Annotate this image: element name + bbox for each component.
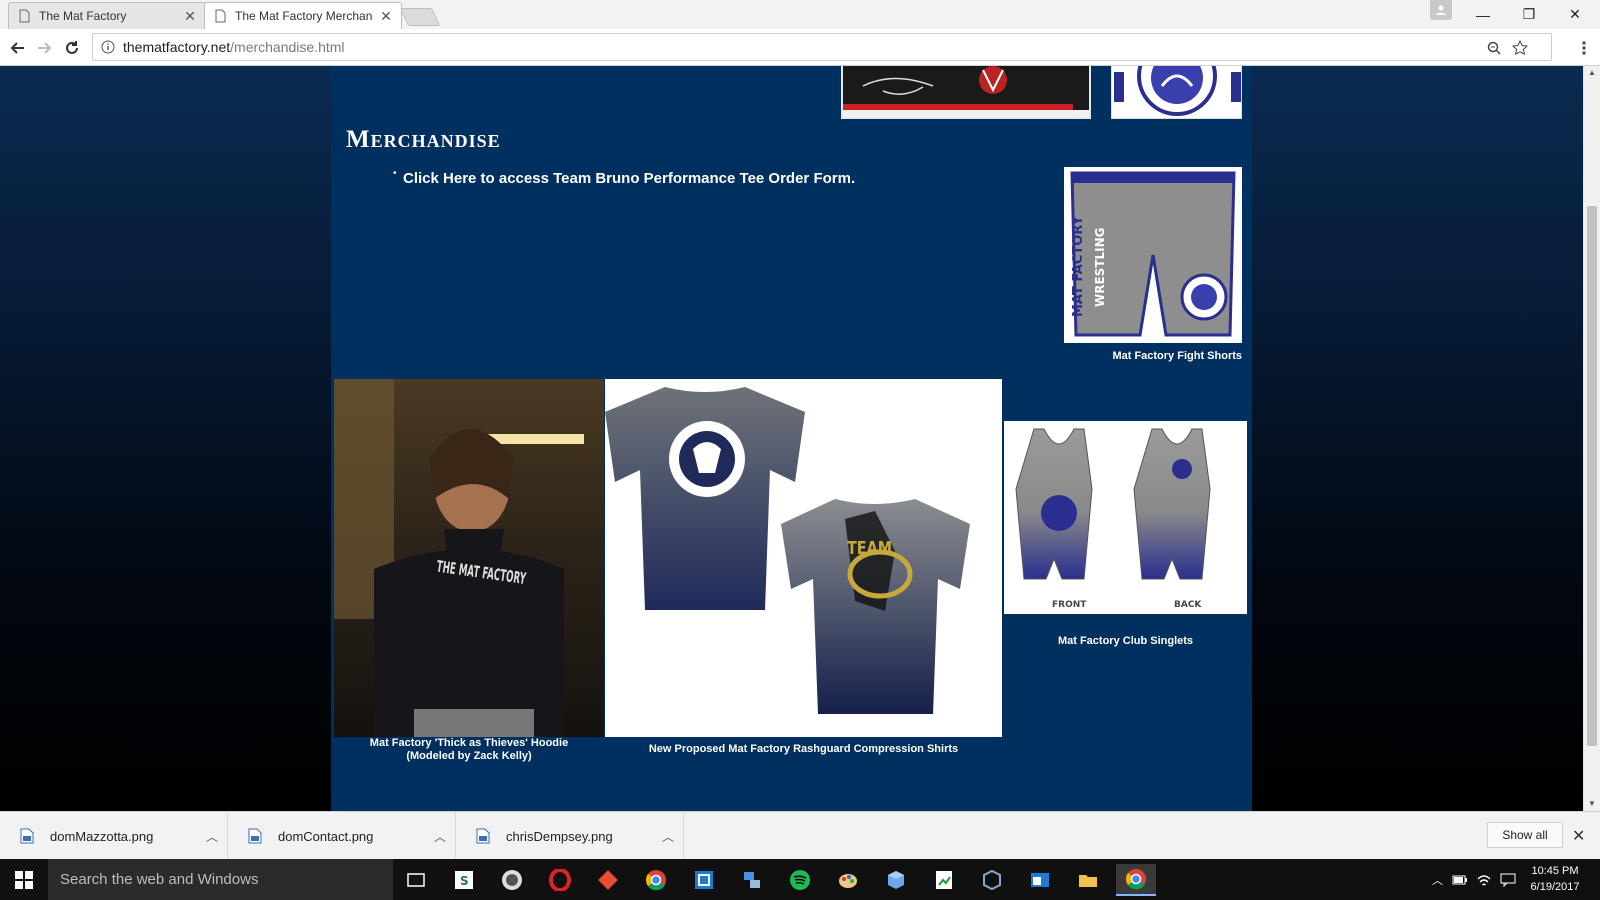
- shorts-side-text-2: WRESTLING: [1093, 227, 1107, 307]
- tab-title: The Mat Factory Merchan: [235, 9, 373, 23]
- download-filename: domContact.png: [278, 828, 374, 844]
- tab-title: The Mat Factory: [39, 9, 127, 23]
- clock-time: 10:45 PM: [1531, 865, 1579, 877]
- git-icon[interactable]: [588, 864, 628, 896]
- chrome-icon[interactable]: [636, 864, 676, 896]
- reload-icon[interactable]: [60, 36, 84, 60]
- club-singlets-caption: Mat Factory Club Singlets: [1057, 635, 1194, 647]
- download-item[interactable]: domMazzotta.png ︿: [0, 812, 228, 860]
- menu-icon[interactable]: [1572, 36, 1596, 60]
- spreadsheet-icon[interactable]: [924, 864, 964, 896]
- singlet-front-label: FRONT: [1052, 600, 1087, 610]
- file-explorer-icon[interactable]: [1068, 864, 1108, 896]
- chrome-active-icon[interactable]: [1116, 864, 1156, 896]
- windows-start-icon[interactable]: [0, 859, 48, 900]
- message-icon[interactable]: [1500, 859, 1516, 900]
- tab-mat-factory[interactable]: The Mat Factory ✕: [8, 2, 206, 29]
- page-scrollbar[interactable]: ▲ ▼: [1583, 66, 1600, 811]
- chevron-up-icon[interactable]: ︿: [197, 828, 227, 845]
- close-icon[interactable]: ✕: [183, 8, 197, 25]
- address-bar[interactable]: thematfactory.net/merchandise.html: [92, 33, 1552, 61]
- hoodie-caption-line-2: (Modeled by Zack Kelly): [406, 750, 532, 762]
- hoodie-image[interactable]: THE MAT FACTORY: [334, 379, 604, 737]
- scroll-thumb[interactable]: [1587, 206, 1597, 746]
- info-icon[interactable]: [101, 40, 115, 54]
- header-banner-image: [841, 66, 1091, 119]
- battery-icon[interactable]: [1452, 859, 1468, 900]
- bookmark-star-icon[interactable]: [1511, 39, 1529, 57]
- club-singlets-image[interactable]: FRONT BACK: [1004, 421, 1247, 614]
- download-shelf: domMazzotta.png ︿ domContact.png ︿ chris…: [0, 811, 1600, 860]
- app-window-icon[interactable]: [684, 864, 724, 896]
- profile-icon[interactable]: [1430, 0, 1452, 20]
- image-file-icon: [476, 828, 490, 844]
- page-icon: [213, 9, 227, 23]
- clock-date: 6/19/2017: [1530, 881, 1580, 893]
- tab-strip: The Mat Factory ✕ The Mat Factory Mercha…: [0, 0, 1600, 29]
- 3d-box-icon[interactable]: [876, 864, 916, 896]
- header-logo-image: [1111, 66, 1242, 119]
- rashguard-caption: New Proposed Mat Factory Rashguard Compr…: [648, 743, 959, 755]
- app-s-icon[interactable]: S: [444, 864, 484, 896]
- page-icon: [17, 9, 31, 23]
- hoodie-caption: Mat Factory 'Thick as Thieves' Hoodie (M…: [334, 737, 604, 763]
- spotify-icon[interactable]: [780, 864, 820, 896]
- minimize-icon[interactable]: —: [1460, 0, 1506, 29]
- svg-text:S: S: [460, 874, 469, 888]
- scroll-up-icon[interactable]: ▲: [1588, 68, 1596, 77]
- image-file-icon: [248, 828, 262, 844]
- virtualbox-icon[interactable]: [972, 864, 1012, 896]
- close-icon[interactable]: ✕: [1572, 826, 1585, 846]
- new-tab-button[interactable]: [399, 8, 441, 26]
- url-host: thematfactory.net: [123, 39, 231, 55]
- github-icon[interactable]: [492, 864, 532, 896]
- windows-taskbar: Search the web and Windows S ︿ 10:45 PM …: [0, 859, 1600, 900]
- opera-icon[interactable]: [540, 864, 580, 896]
- zoom-icon[interactable]: [1485, 39, 1503, 57]
- shorts-side-text: MAT FACTORY: [1071, 215, 1086, 317]
- page-title: Merchandise: [346, 126, 501, 153]
- page-viewport: Merchandise • Click Here to access Team …: [0, 66, 1583, 811]
- chevron-up-icon[interactable]: ︿: [653, 828, 683, 845]
- singlet-back-label: BACK: [1174, 600, 1202, 610]
- download-item[interactable]: domContact.png ︿: [228, 812, 456, 860]
- wifi-icon[interactable]: [1476, 859, 1492, 900]
- paint-icon[interactable]: [828, 864, 868, 896]
- chevron-up-icon[interactable]: ︿: [1432, 859, 1443, 900]
- forward-icon[interactable]: [32, 36, 56, 60]
- download-filename: chrisDempsey.png: [506, 828, 613, 844]
- close-window-icon[interactable]: ✕: [1552, 0, 1598, 29]
- tab-merchandise[interactable]: The Mat Factory Merchan ✕: [204, 2, 402, 29]
- close-icon[interactable]: ✕: [379, 8, 393, 25]
- order-form-link[interactable]: Click Here to access Team Bruno Performa…: [403, 170, 855, 187]
- taskbar-search-box[interactable]: Search the web and Windows: [48, 859, 393, 900]
- download-item[interactable]: chrisDempsey.png ︿: [456, 812, 684, 860]
- fight-shorts-image[interactable]: MAT FACTORY WRESTLING: [1064, 167, 1242, 343]
- hoodie-caption-line-1: Mat Factory 'Thick as Thieves' Hoodie: [369, 737, 569, 749]
- show-all-button[interactable]: Show all: [1487, 822, 1563, 848]
- image-file-icon: [20, 828, 34, 844]
- chevron-up-icon[interactable]: ︿: [425, 828, 455, 845]
- bullet-icon: •: [393, 168, 397, 179]
- restore-icon[interactable]: ❐: [1506, 0, 1552, 29]
- content-panel: Merchandise • Click Here to access Team …: [331, 66, 1252, 811]
- fight-shorts-caption: Mat Factory Fight Shorts: [1112, 350, 1242, 362]
- scroll-down-icon[interactable]: ▼: [1588, 799, 1596, 808]
- back-icon[interactable]: [6, 36, 30, 60]
- network-app-icon[interactable]: [732, 864, 772, 896]
- task-view-icon[interactable]: [396, 864, 436, 896]
- download-filename: domMazzotta.png: [50, 828, 154, 844]
- browser-toolbar: thematfactory.net/merchandise.html: [0, 29, 1600, 66]
- url-path: /merchandise.html: [230, 39, 345, 55]
- system-clock[interactable]: 10:45 PM 6/19/2017: [1525, 863, 1585, 895]
- window-app-icon[interactable]: [1020, 864, 1060, 896]
- rashguard-shirts-image[interactable]: TEAM: [605, 379, 1002, 737]
